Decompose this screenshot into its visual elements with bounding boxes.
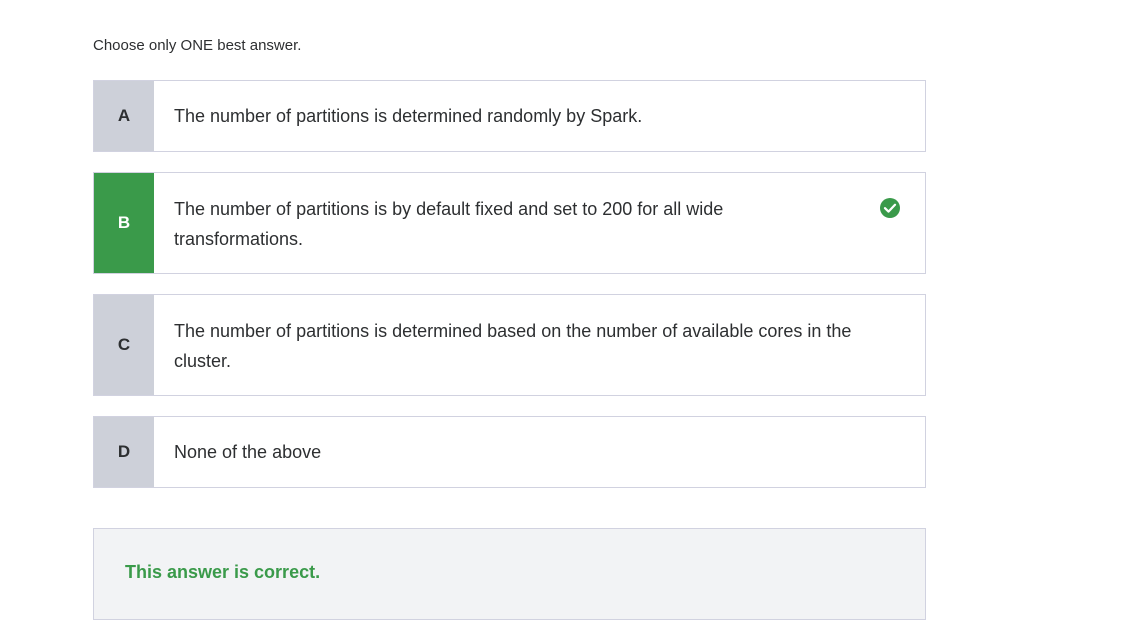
feedback-message: This answer is correct. — [125, 562, 321, 582]
option-letter-b: B — [94, 173, 154, 273]
option-text-a-content: The number of partitions is determined r… — [174, 106, 643, 126]
answer-option-b[interactable]: B The number of partitions is by default… — [93, 172, 926, 274]
check-circle-icon — [880, 198, 900, 218]
option-text-b-content: The number of partitions is by default f… — [174, 199, 724, 249]
option-text-b: The number of partitions is by default f… — [154, 173, 925, 273]
option-letter-a: A — [94, 81, 154, 151]
option-text-c-content: The number of partitions is determined b… — [174, 321, 852, 371]
answer-option-d[interactable]: D None of the above — [93, 416, 926, 488]
option-text-a: The number of partitions is determined r… — [154, 81, 925, 151]
feedback-panel: This answer is correct. — [93, 528, 926, 620]
answer-option-a[interactable]: A The number of partitions is determined… — [93, 80, 926, 152]
option-text-c: The number of partitions is determined b… — [154, 295, 925, 395]
option-text-d-content: None of the above — [174, 442, 322, 462]
option-letter-c: C — [94, 295, 154, 395]
answer-option-c[interactable]: C The number of partitions is determined… — [93, 294, 926, 396]
option-letter-d: D — [94, 417, 154, 487]
option-text-d: None of the above — [154, 417, 925, 487]
question-instruction: Choose only ONE best answer. — [93, 37, 302, 54]
